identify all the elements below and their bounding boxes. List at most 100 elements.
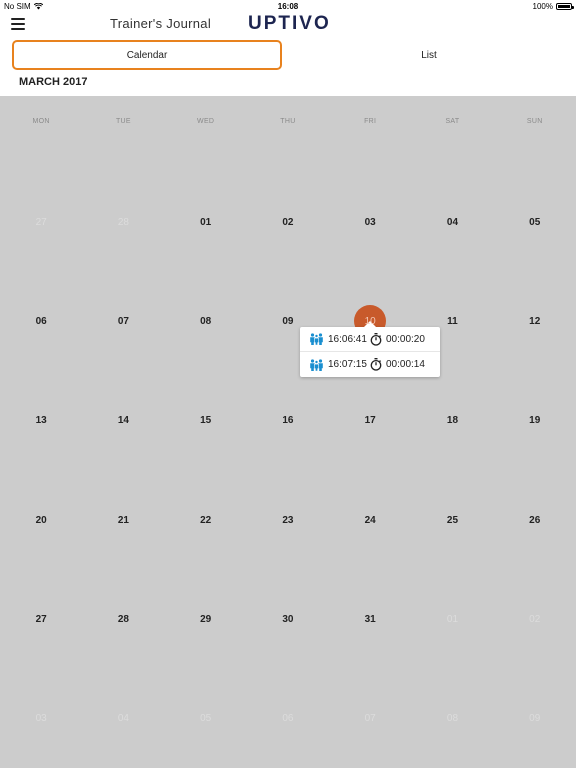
day-number: 07 (117, 315, 129, 327)
day-number: 10 (364, 315, 376, 327)
calendar-day-mon[interactable]: 13 (0, 410, 82, 430)
menu-icon[interactable] (11, 18, 25, 30)
day-number: 04 (117, 712, 129, 724)
weekday-sat: SAT (445, 118, 460, 125)
tab-list-label: List (421, 49, 437, 61)
stopwatch-icon (370, 358, 382, 371)
day-number: 19 (529, 414, 541, 426)
day-number: 05 (200, 712, 212, 724)
day-number: 28 (117, 613, 129, 625)
calendar-day-tue[interactable]: 28 (82, 212, 164, 232)
day-number: 06 (35, 315, 47, 327)
day-number: 06 (282, 712, 294, 724)
session-duration: 00:00:14 (386, 359, 425, 370)
tab-calendar[interactable]: Calendar (12, 40, 282, 70)
calendar-day-mon[interactable]: 27 (0, 212, 82, 232)
calendar-day-tue[interactable]: 04 (82, 708, 164, 728)
day-number: 28 (117, 216, 129, 228)
calendar-day-mon[interactable]: 27 (0, 609, 82, 629)
calendar-day-sun[interactable]: 26 (494, 510, 576, 530)
calendar-day-sat[interactable]: 08 (411, 708, 493, 728)
day-number: 08 (446, 712, 459, 724)
weekday-mon: MON (32, 118, 50, 125)
day-number: 27 (35, 216, 47, 228)
day-number: 12 (529, 315, 541, 327)
calendar-day-tue[interactable]: 21 (82, 510, 164, 530)
day-number: 11 (447, 315, 458, 327)
calendar-day-wed[interactable]: 15 (165, 410, 247, 430)
day-number: 05 (529, 216, 541, 228)
session-duration: 00:00:20 (386, 333, 425, 345)
calendar-day-sun[interactable]: 19 (494, 410, 576, 430)
calendar-day-fri[interactable]: 03 (329, 212, 411, 232)
day-number: 22 (200, 514, 212, 526)
day-number: 03 (35, 712, 47, 724)
weekday-fri: FRI (364, 118, 377, 125)
calendar-day-wed[interactable]: 01 (165, 212, 247, 232)
group-icon (310, 358, 323, 371)
calendar-week: 06 07 08 09 10 11 12 (0, 311, 576, 331)
calendar-week: 20 21 22 23 24 25 26 (0, 510, 576, 530)
calendar-day-wed[interactable]: 29 (165, 609, 247, 629)
session-row[interactable]: 16:07:15 00:00:14 (300, 352, 440, 377)
calendar-day-mon[interactable]: 20 (0, 510, 82, 530)
day-number: 27 (35, 613, 47, 625)
calendar-day-sat[interactable]: 18 (411, 410, 493, 430)
day-number: 21 (117, 514, 129, 526)
calendar-day-tue[interactable]: 07 (82, 311, 164, 331)
day-number: 29 (200, 613, 212, 625)
day-number: 14 (117, 414, 129, 426)
calendar-week: 03 04 05 06 07 08 09 (0, 708, 576, 728)
battery-percentage: 100% (532, 2, 553, 11)
calendar-day-thu[interactable]: 23 (247, 510, 329, 530)
calendar-day-fri[interactable]: 17 (329, 410, 411, 430)
battery-indicator: 100% (532, 2, 574, 11)
day-number: 09 (529, 712, 541, 724)
day-number: 24 (364, 514, 376, 526)
month-title: MARCH 2017 (19, 76, 88, 88)
calendar-day-tue[interactable]: 28 (82, 609, 164, 629)
day-number: 15 (200, 414, 212, 426)
calendar-day-sun[interactable]: 09 (494, 708, 576, 728)
group-icon (310, 333, 323, 345)
day-number: 30 (282, 613, 294, 625)
calendar-day-tue[interactable]: 14 (82, 410, 164, 430)
calendar-day-thu[interactable]: 02 (247, 212, 329, 232)
calendar-day-sat[interactable]: 25 (411, 510, 493, 530)
calendar-week: 27 28 01 02 03 04 05 (0, 212, 576, 232)
calendar-day-sun[interactable]: 05 (494, 212, 576, 232)
session-row[interactable]: 16:06:41 00:00:20 (300, 327, 440, 352)
calendar-day-fri[interactable]: 31 (329, 609, 411, 629)
calendar-day-sat[interactable]: 04 (411, 212, 493, 232)
calendar-day-sun[interactable]: 02 (494, 609, 576, 629)
calendar-day-thu[interactable]: 06 (247, 708, 329, 728)
calendar-day-wed[interactable]: 08 (165, 311, 247, 331)
calendar-day-mon[interactable]: 06 (0, 311, 82, 331)
weekday-thu: THU (280, 118, 296, 125)
tab-calendar-label: Calendar (126, 49, 168, 61)
calendar-day-sat[interactable]: 01 (411, 609, 493, 629)
calendar-day-thu[interactable]: 30 (247, 609, 329, 629)
day-number: 23 (282, 514, 294, 526)
day-number: 26 (529, 514, 541, 526)
tab-list[interactable]: List (290, 40, 568, 70)
day-number: 20 (35, 514, 47, 526)
weekday-sun: SUN (526, 118, 543, 125)
weekday-wed: WED (197, 118, 215, 125)
calendar-day-fri[interactable]: 24 (329, 510, 411, 530)
stopwatch-icon (370, 332, 382, 346)
session-start-time: 16:06:41 (328, 333, 367, 345)
calendar-day-fri[interactable]: 07 (329, 708, 411, 728)
calendar-day-sun[interactable]: 12 (494, 311, 576, 331)
calendar-day-wed[interactable]: 05 (165, 708, 247, 728)
calendar-day-thu[interactable]: 16 (247, 410, 329, 430)
calendar-week: 13 14 15 16 17 18 19 (0, 410, 576, 430)
status-bar: No SIM 16:08 100% (0, 0, 576, 12)
calendar-day-mon[interactable]: 03 (0, 708, 82, 728)
day-number: 08 (200, 315, 212, 327)
day-number: 18 (446, 414, 459, 426)
weekday-tue: TUE (115, 118, 131, 125)
clock: 16:08 (277, 2, 299, 11)
calendar-day-wed[interactable]: 22 (165, 510, 247, 530)
day-number: 31 (364, 613, 376, 625)
